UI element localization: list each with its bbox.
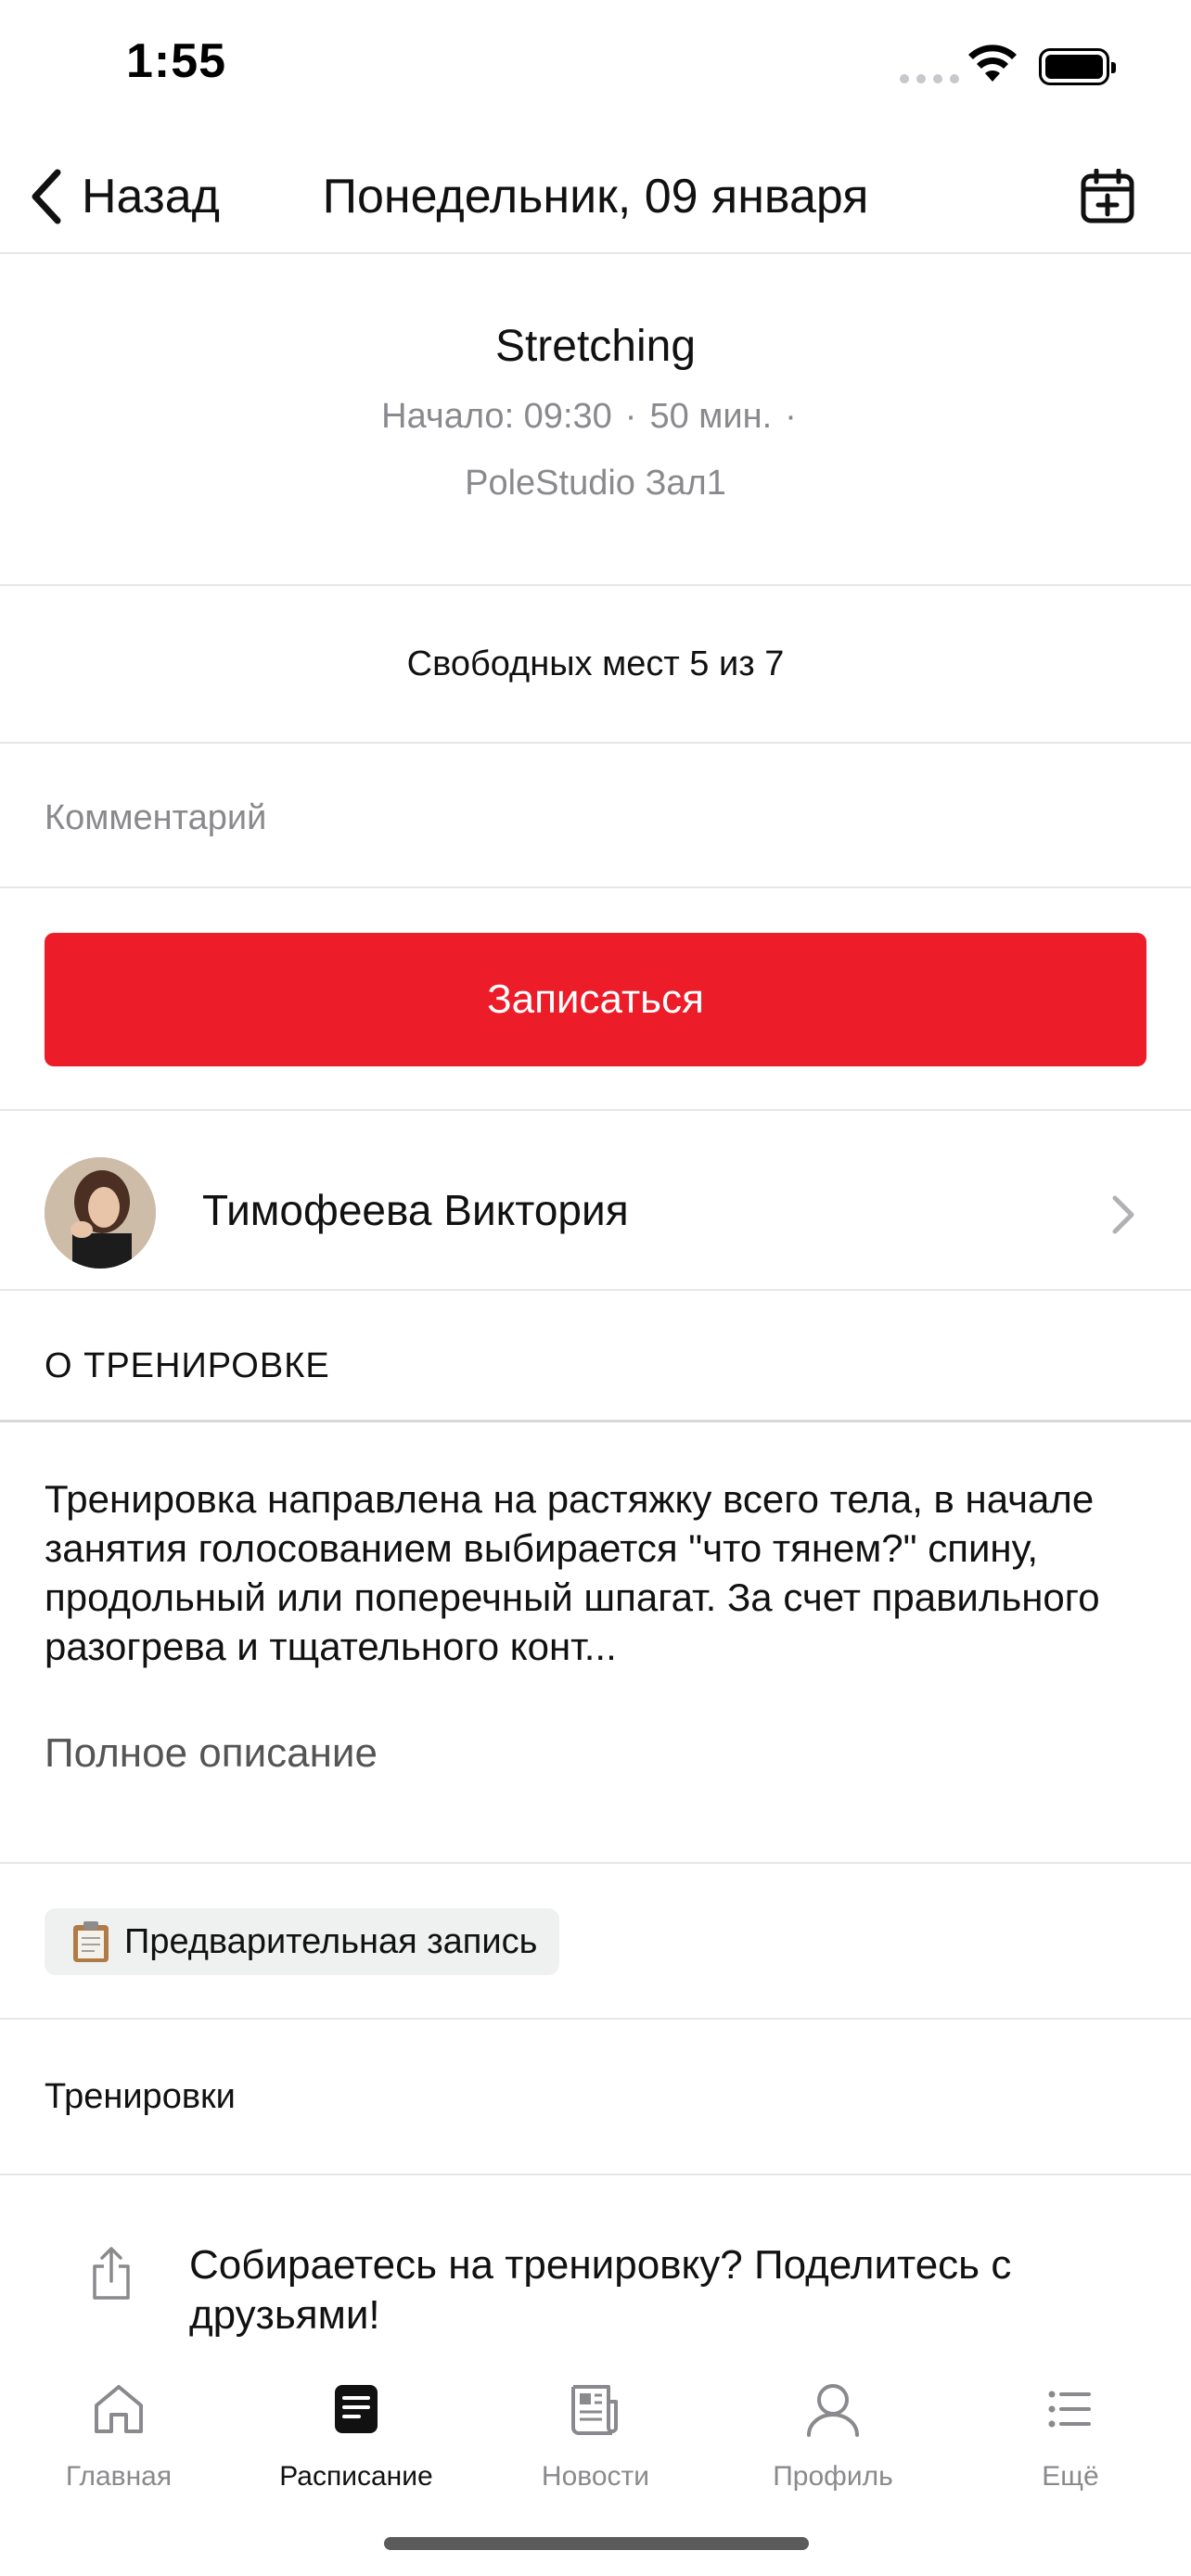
back-label: Назад xyxy=(82,170,220,223)
section-header-label: О ТРЕНИРОВКЕ xyxy=(45,1346,330,1385)
tab-label: Расписание xyxy=(279,2461,433,2492)
share-text: Собираетесь на тренировку? Поделитесь с … xyxy=(189,2242,1012,2338)
category-row: Тренировки xyxy=(0,2020,1191,2175)
signup-area: Записаться xyxy=(0,888,1191,1111)
class-location: PoleStudio Зал1 xyxy=(465,464,726,503)
share-row[interactable]: Собираетесь на тренировку? Поделитесь с … xyxy=(0,2175,1191,2361)
status-bar: 1:55 xyxy=(0,0,1191,139)
comment-input[interactable] xyxy=(45,790,1146,846)
class-description: Тренировка направлена на растяжку всего … xyxy=(0,1422,1191,1864)
class-duration: 50 мин. xyxy=(649,397,773,436)
tab-label: Новости xyxy=(541,2461,650,2492)
class-meta: Начало: 09:30 · 50 мин. · xyxy=(0,397,1191,437)
calendar-add-icon xyxy=(1081,169,1134,223)
class-header: Stretching Начало: 09:30 · 50 мин. · PoleSt… xyxy=(0,256,1191,586)
cellular-signal-icon xyxy=(900,74,959,83)
trainer-avatar xyxy=(45,1157,156,1269)
chevron-right-icon xyxy=(1112,1195,1134,1234)
pre-registration-tag: Предварительная запись xyxy=(45,1908,560,1975)
section-header: О ТРЕНИРОВКЕ xyxy=(0,1291,1191,1422)
news-icon xyxy=(571,2385,618,2435)
home-indicator xyxy=(384,2537,809,2550)
chevron-left-icon xyxy=(32,169,61,224)
profile-icon xyxy=(807,2384,859,2437)
tab-profile[interactable]: Профиль xyxy=(714,2374,952,2504)
share-icon xyxy=(93,2247,130,2300)
battery-icon xyxy=(1039,48,1116,85)
add-to-calendar-button[interactable] xyxy=(1072,161,1143,232)
schedule-icon xyxy=(335,2385,378,2433)
tab-label: Ещё xyxy=(1042,2461,1099,2492)
trainer-row[interactable]: Тимофеева Виктория xyxy=(0,1111,1191,1291)
signup-button[interactable]: Записаться xyxy=(45,933,1146,1066)
available-spots: Свободных мест 5 из 7 xyxy=(0,586,1191,744)
full-description-link[interactable]: Полное описание xyxy=(45,1730,378,1777)
tag-label: Предварительная запись xyxy=(124,1921,538,1961)
home-icon xyxy=(95,2385,143,2433)
comment-row xyxy=(0,744,1191,888)
navigation-bar: Понедельник, 09 января Назад xyxy=(0,139,1191,254)
category-label: Тренировки xyxy=(45,2077,236,2116)
description-text: Тренировка направлена на растяжку всего … xyxy=(45,1477,1100,1668)
clipboard-icon xyxy=(73,1921,109,1962)
tab-schedule[interactable]: Расписание xyxy=(237,2374,475,2504)
tab-label: Профиль xyxy=(773,2461,893,2492)
meta-separator: · xyxy=(785,397,797,436)
status-time: 1:55 xyxy=(126,34,227,88)
more-list-icon xyxy=(1048,2391,1091,2428)
tab-home[interactable]: Главная xyxy=(0,2374,237,2504)
class-start-time: Начало: 09:30 xyxy=(381,397,612,436)
back-button[interactable]: Назад xyxy=(28,161,220,232)
tab-news[interactable]: Новости xyxy=(477,2374,714,2504)
wifi-icon xyxy=(967,45,1018,88)
class-title: Stretching xyxy=(494,322,697,371)
tab-more[interactable]: Ещё xyxy=(952,2374,1189,2504)
tab-label: Главная xyxy=(65,2461,173,2492)
meta-separator: · xyxy=(624,397,637,436)
tag-row: Предварительная запись xyxy=(0,1864,1191,2020)
trainer-name: Тимофеева Виктория xyxy=(202,1186,629,1234)
